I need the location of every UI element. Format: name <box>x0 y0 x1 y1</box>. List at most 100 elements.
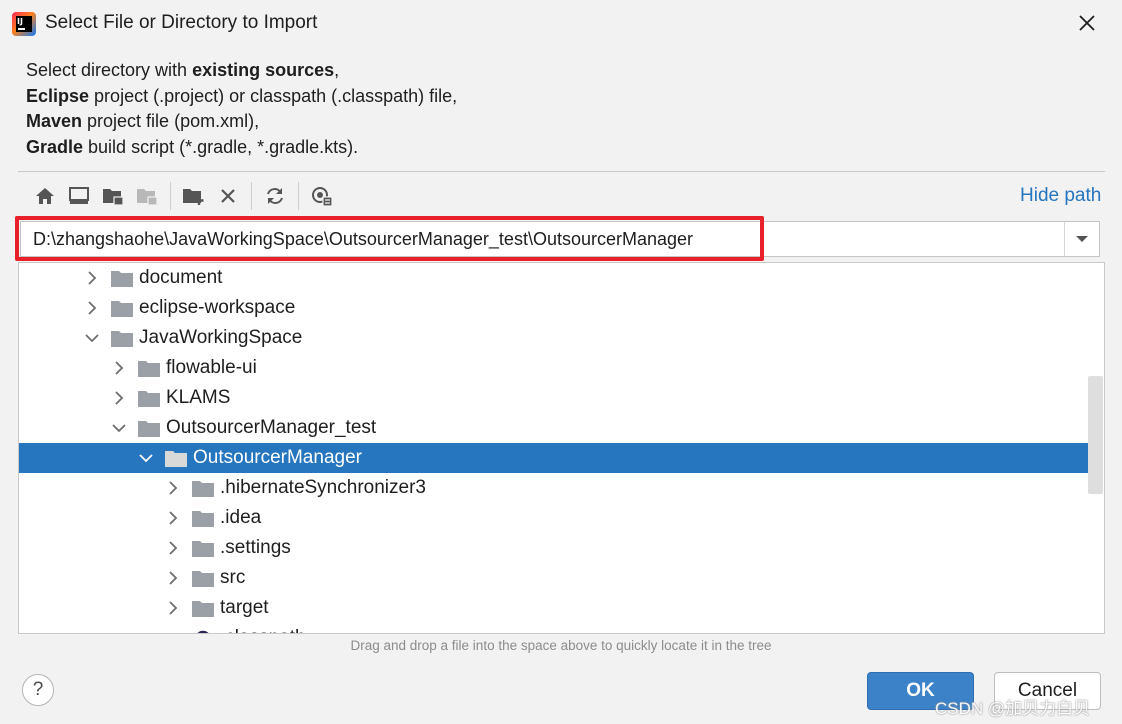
tree-row[interactable]: flowable-ui <box>19 353 1089 383</box>
eclipse-file-icon <box>197 630 209 633</box>
folder-icon <box>138 391 160 407</box>
chevron-right-icon[interactable] <box>165 510 181 526</box>
tree-row[interactable]: .idea <box>19 503 1089 533</box>
tree-row-label: .idea <box>220 507 262 528</box>
description-text: Select directory with <box>26 60 193 80</box>
description-line: Select directory with existing sources, <box>26 58 457 84</box>
chevron-right-icon[interactable] <box>165 570 181 586</box>
folder-icon <box>192 541 214 557</box>
tree-row[interactable]: document <box>19 263 1089 293</box>
description: Select directory with existing sources, E… <box>26 58 457 160</box>
tree-row[interactable]: target <box>19 593 1089 623</box>
tree-row[interactable]: .hibernateSynchronizer3 <box>19 473 1089 503</box>
tree-row-label: document <box>139 267 223 288</box>
chevron-right-icon[interactable] <box>111 390 127 406</box>
folder-icon <box>192 481 214 497</box>
project-folder-button[interactable] <box>96 180 130 212</box>
project-folder-icon <box>103 189 124 206</box>
description-text: project file (pom.xml), <box>82 111 260 131</box>
folder-icon <box>192 601 214 617</box>
logo-text: IJ <box>17 17 23 26</box>
description-line: Gradle build script (*.gradle, *.gradle.… <box>26 135 457 161</box>
tree-row[interactable]: eclipse-workspace <box>19 293 1089 323</box>
import-dialog: IJ Select File or Directory to Import Se… <box>0 0 1122 724</box>
chevron-right-icon[interactable] <box>111 360 127 376</box>
tree-row[interactable]: JavaWorkingSpace <box>19 323 1089 353</box>
delete-icon <box>221 189 235 203</box>
module-folder-button[interactable] <box>130 180 164 212</box>
toolbar-separator <box>298 182 299 210</box>
hide-path-link[interactable]: Hide path <box>1020 185 1101 207</box>
folder-icon <box>111 271 133 287</box>
chevron-down-icon[interactable] <box>111 420 127 436</box>
tree-row-label: KLAMS <box>166 387 231 408</box>
description-text: Gradle <box>26 136 84 157</box>
tree-row[interactable]: OutsourcerManager <box>19 443 1089 473</box>
desktop-icon <box>69 187 89 204</box>
intellij-logo-icon: IJ <box>12 12 36 36</box>
tree-row[interactable]: src <box>19 563 1089 593</box>
folder-icon <box>165 451 187 467</box>
toolbar-separator <box>251 182 252 210</box>
tree-row-label: OutsourcerManager_test <box>166 417 377 438</box>
folder-icon <box>192 511 214 527</box>
tree-scrollbar[interactable] <box>1088 376 1103 494</box>
folder-icon <box>111 301 133 317</box>
chevron-right-icon[interactable] <box>84 270 100 286</box>
chevron-down-icon[interactable] <box>138 450 154 466</box>
tree-row-label: .hibernateSynchronizer3 <box>220 477 426 498</box>
tree-row-label: src <box>220 567 246 588</box>
tree-row[interactable]: KLAMS <box>19 383 1089 413</box>
folder-icon <box>111 331 133 347</box>
delete-button[interactable] <box>211 180 245 212</box>
tree-row-label: eclipse-workspace <box>139 297 296 318</box>
file-tree[interactable]: document eclipse-workspace JavaWorkingSpac… <box>18 262 1105 634</box>
new-folder-icon <box>183 189 204 205</box>
description-line: Eclipse project (.project) or classpath … <box>26 84 457 110</box>
title-bar: IJ Select File or Directory to Import <box>0 0 1122 46</box>
toolbar-separator <box>170 182 171 210</box>
show-hidden-button[interactable] <box>305 180 339 212</box>
module-folder-icon <box>137 189 158 206</box>
chevron-right-icon[interactable] <box>165 480 181 496</box>
description-line: Maven project file (pom.xml), <box>26 109 457 135</box>
home-icon <box>36 188 54 204</box>
chevron-right-icon[interactable] <box>84 300 100 316</box>
path-dropdown-button[interactable] <box>1064 222 1099 256</box>
tree-row-label: OutsourcerManager <box>193 447 362 468</box>
path-highlight-annotation <box>15 216 764 261</box>
description-text: existing sources <box>192 60 335 80</box>
show-hidden-icon <box>312 187 333 207</box>
tree-row-label: flowable-ui <box>166 357 257 378</box>
chevron-right-icon[interactable] <box>165 600 181 616</box>
chevron-right-icon[interactable] <box>165 540 181 556</box>
close-button[interactable] <box>1074 10 1100 36</box>
tree-row-label: .classpath <box>220 627 306 633</box>
close-icon <box>1079 15 1095 31</box>
description-text: build script (*.gradle, *.gradle.kts). <box>83 136 359 157</box>
watermark: CSDN @加贝力白贝 <box>935 699 1091 718</box>
tree-row[interactable]: .settings <box>19 533 1089 563</box>
folder-icon <box>138 361 160 377</box>
tree-row-label: JavaWorkingSpace <box>139 327 303 348</box>
file-toolbar <box>28 180 339 212</box>
divider <box>18 171 1105 172</box>
refresh-icon <box>267 188 283 204</box>
new-folder-button[interactable] <box>177 180 211 212</box>
tree-row-label: .settings <box>220 537 291 558</box>
chevron-down-icon[interactable] <box>84 330 100 346</box>
desktop-button[interactable] <box>62 180 96 212</box>
description-text: project (.project) or classpath (.classp… <box>89 85 458 106</box>
folder-icon <box>138 421 160 437</box>
refresh-button[interactable] <box>258 180 292 212</box>
drag-drop-hint: Drag and drop a file into the space abov… <box>350 638 772 653</box>
chevron-down-icon <box>1076 236 1088 242</box>
tree-row[interactable]: OutsourcerManager_test <box>19 413 1089 443</box>
description-text: , <box>334 60 340 80</box>
tree-row[interactable]: .classpath <box>19 623 1089 633</box>
description-text: Eclipse <box>26 85 90 106</box>
folder-icon <box>192 571 214 587</box>
home-button[interactable] <box>28 180 62 212</box>
description-text: Maven <box>26 111 83 131</box>
help-button[interactable]: ? <box>22 674 54 706</box>
